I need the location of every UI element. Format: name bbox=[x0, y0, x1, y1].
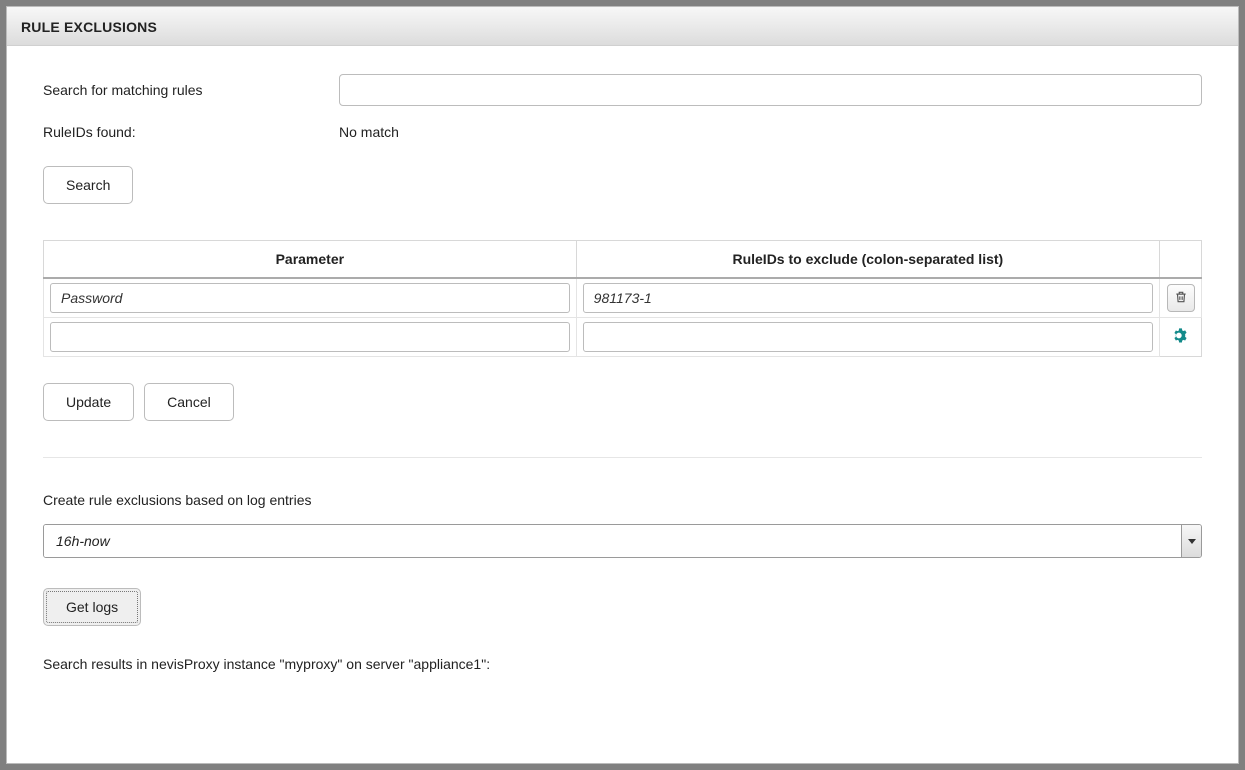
column-header-actions bbox=[1160, 241, 1202, 279]
ruleids-input[interactable] bbox=[583, 283, 1153, 313]
settings-row-button[interactable] bbox=[1171, 327, 1191, 347]
time-range-dropdown-button[interactable] bbox=[1181, 525, 1201, 557]
panel-title: RULE EXCLUSIONS bbox=[7, 7, 1238, 46]
column-header-parameter: Parameter bbox=[44, 241, 577, 279]
create-exclusions-label: Create rule exclusions based on log entr… bbox=[43, 492, 1202, 508]
column-header-ruleids: RuleIDs to exclude (colon-separated list… bbox=[576, 241, 1159, 279]
get-logs-button[interactable]: Get logs bbox=[43, 588, 141, 626]
table-row bbox=[44, 278, 1202, 318]
search-results-text: Search results in nevisProxy instance "m… bbox=[43, 656, 1202, 672]
search-label: Search for matching rules bbox=[43, 82, 339, 98]
gear-icon bbox=[1172, 327, 1189, 347]
trash-icon bbox=[1174, 290, 1188, 307]
update-button[interactable]: Update bbox=[43, 383, 134, 421]
search-button[interactable]: Search bbox=[43, 166, 133, 204]
search-input[interactable] bbox=[339, 74, 1202, 106]
ruleids-input[interactable] bbox=[583, 322, 1153, 352]
parameter-input[interactable] bbox=[50, 283, 570, 313]
parameter-input[interactable] bbox=[50, 322, 570, 352]
table-row bbox=[44, 318, 1202, 357]
exclusions-table: Parameter RuleIDs to exclude (colon-sepa… bbox=[43, 240, 1202, 357]
time-range-value: 16h-now bbox=[44, 525, 1181, 557]
ruleids-found-label: RuleIDs found: bbox=[43, 124, 339, 140]
time-range-select[interactable]: 16h-now bbox=[43, 524, 1202, 558]
delete-row-button[interactable] bbox=[1167, 284, 1195, 312]
cancel-button[interactable]: Cancel bbox=[144, 383, 234, 421]
divider bbox=[43, 457, 1202, 458]
ruleids-found-value: No match bbox=[339, 124, 1202, 140]
rule-exclusions-panel: RULE EXCLUSIONS Search for matching rule… bbox=[6, 6, 1239, 764]
chevron-down-icon bbox=[1188, 539, 1196, 544]
